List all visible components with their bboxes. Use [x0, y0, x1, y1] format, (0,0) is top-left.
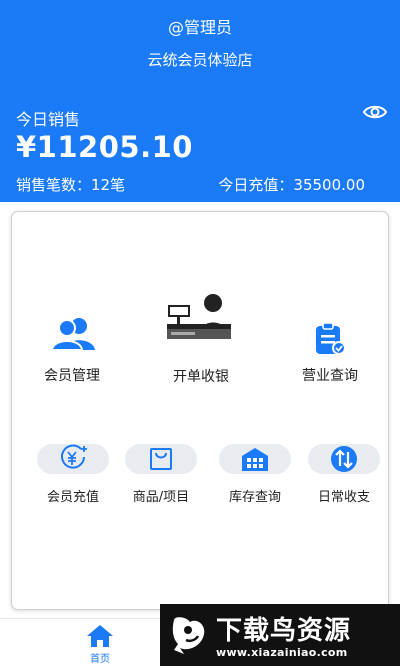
products-button[interactable]: 商品/项目 [125, 444, 215, 506]
today-recharge: 今日充值：35500.00 [218, 176, 365, 194]
cashier-button[interactable]: 开单收银 [146, 292, 256, 387]
today-sales-title: 今日销售 [16, 110, 81, 129]
report-icon [316, 322, 346, 355]
shopping-bag-icon [150, 448, 172, 470]
daily-finance-button[interactable]: 日常收支 [308, 444, 398, 506]
tab-home-label: 首页 [90, 654, 110, 665]
inventory-button[interactable]: 库存查询 [219, 444, 309, 506]
watermark-url: www.xiazainiao.com [216, 646, 348, 659]
sales-count: 销售笔数：12笔 [16, 176, 126, 194]
cashier-label: 开单收银 [173, 369, 229, 385]
member-recharge-label: 会员充值 [46, 490, 99, 505]
store-name[interactable]: 云统会员体验店 [0, 49, 400, 70]
member-recharge-button[interactable]: 会员充值 [37, 444, 127, 506]
bird-logo-icon [172, 617, 205, 654]
yen-recharge-icon [61, 444, 87, 469]
watermark: 下载鸟资源 www.xiazainiao.com [160, 604, 400, 666]
daily-finance-label: 日常收支 [317, 490, 370, 505]
member-management-button[interactable]: 会员管理 [17, 317, 127, 387]
business-report-label: 营业查询 [302, 368, 358, 384]
business-report-button[interactable]: 营业查询 [275, 322, 385, 387]
user-label: @管理员 [167, 18, 232, 37]
members-icon [51, 318, 95, 351]
inventory-label: 库存查询 [228, 490, 281, 505]
menu-card: 会员管理 开单收银 营业查询 会员充值 商品/项目 库存查询 日常收支 [11, 211, 389, 610]
cashier-icon [167, 294, 231, 339]
header: @管理员 云统会员体验店 今日销售 ¥11205.10 销售笔数：12笔 今日充… [0, 0, 400, 202]
watermark-title: 下载鸟资源 [216, 616, 352, 646]
warehouse-icon [242, 448, 268, 471]
tab-home[interactable]: 首页 [70, 619, 130, 667]
sales-amount: ¥11205.10 [16, 130, 193, 164]
transfer-icon [331, 446, 357, 472]
member-management-label: 会员管理 [44, 368, 100, 384]
products-label: 商品/项目 [132, 490, 190, 505]
home-icon [87, 625, 113, 647]
eye-icon[interactable] [363, 103, 387, 121]
